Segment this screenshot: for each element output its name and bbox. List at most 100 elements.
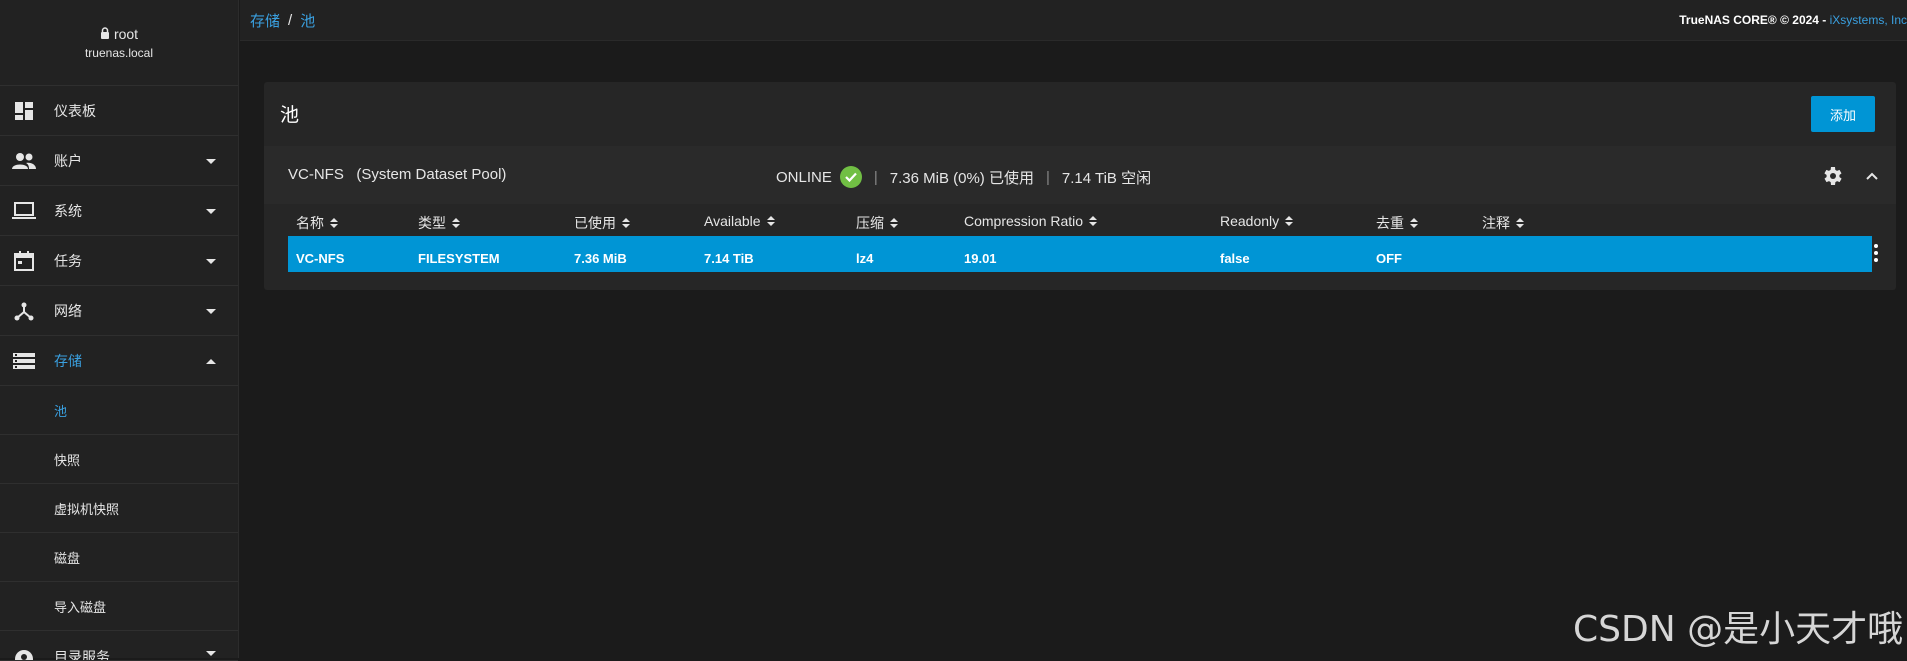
column-label: 压缩 (856, 215, 884, 231)
cell-type: FILESYSTEM (418, 251, 500, 266)
cell-name: VC-NFS (296, 251, 345, 266)
sort-icon (1410, 218, 1418, 228)
storage-icon (12, 349, 36, 373)
sidebar-item-accounts[interactable]: 账户 (0, 136, 238, 186)
sidebar-item-label: 仪表板 (54, 102, 96, 119)
people-icon (12, 149, 36, 173)
chevron-down-icon (206, 651, 216, 656)
sidebar-item-label: 任务 (54, 252, 82, 269)
sidebar-subitem-disks[interactable]: 磁盘 (0, 533, 238, 582)
pool-free: 7.14 TiB 空闲 (1061, 169, 1152, 187)
sidebar-subitem-pools[interactable]: 池 (0, 386, 238, 435)
sort-icon (1089, 216, 1098, 226)
column-label: Available (704, 213, 761, 229)
add-pool-button[interactable]: 添加 (1811, 96, 1875, 132)
divider: | (873, 168, 878, 186)
sidebar-item-label: 账户 (54, 152, 82, 169)
cell-compression: lz4 (856, 251, 874, 266)
cell-used: 7.36 MiB (574, 251, 627, 266)
topbar: 存储 / 池 TrueNAS CORE® © 2024 - iXsystems,… (240, 0, 1907, 41)
column-label: 已使用 (574, 215, 616, 231)
chevron-down-icon (206, 308, 216, 314)
sidebar-item-label: 目录服务 (54, 649, 110, 661)
user-line[interactable]: root (100, 26, 138, 42)
cell-dedup: OFF (1376, 251, 1402, 266)
breadcrumb: 存储 / 池 (250, 10, 315, 31)
divider: | (1045, 168, 1050, 186)
check-circle-icon (839, 166, 862, 188)
pool-status-text: ONLINE (776, 168, 832, 186)
sort-icon (330, 218, 338, 228)
pool-name-text: VC-NFS (288, 166, 344, 183)
sidebar-item-system[interactable]: 系统 (0, 186, 238, 236)
cell-available: 7.14 TiB (704, 251, 754, 266)
pool-header: VC-NFS (System Dataset Pool) ONLINE | 7.… (264, 146, 1896, 204)
chevron-up-icon (206, 358, 216, 364)
column-header-available[interactable]: Available (704, 213, 775, 229)
column-header-dedup[interactable]: 去重 (1376, 213, 1418, 233)
column-label: 去重 (1376, 215, 1404, 231)
laptop-icon (12, 199, 36, 223)
column-header-compression-ratio[interactable]: Compression Ratio (964, 213, 1098, 229)
pool-name: VC-NFS (System Dataset Pool) (288, 166, 506, 183)
sort-icon (622, 218, 630, 228)
sidebar-subitem-snapshots[interactable]: 快照 (0, 435, 238, 484)
sidebar-item-dashboard[interactable]: 仪表板 (0, 86, 238, 136)
watermark: CSDN @是小天才哦 (1573, 609, 1904, 650)
copyright: TrueNAS CORE® © 2024 - iXsystems, Inc (1679, 13, 1907, 27)
gear-icon[interactable] (1820, 164, 1844, 188)
column-label: 类型 (418, 215, 446, 231)
sidebar-subitem-import-disk[interactable]: 导入磁盘 (0, 582, 238, 631)
dashboard-icon (12, 99, 36, 123)
username: root (113, 25, 139, 42)
column-label: 注释 (1482, 215, 1510, 231)
sort-icon (766, 216, 775, 226)
more-vert-icon[interactable] (1870, 242, 1882, 264)
column-header-compression[interactable]: 压缩 (856, 213, 898, 233)
column-header-used[interactable]: 已使用 (574, 213, 630, 233)
copyright-text: TrueNAS CORE® © 2024 - (1679, 13, 1830, 27)
sort-icon (890, 218, 898, 228)
column-label: Readonly (1220, 213, 1280, 229)
sidebar-item-tasks[interactable]: 任务 (0, 236, 238, 286)
network-icon (12, 299, 36, 323)
pool-tag: (System Dataset Pool) (356, 166, 507, 183)
sidebar: root truenas.local 仪表板 账户 系统 任务 网络 存储 池 … (0, 0, 239, 661)
sort-icon (452, 218, 460, 228)
sidebar-item-label: 存储 (54, 352, 82, 369)
pool-status: ONLINE | 7.36 MiB (0%) 已使用 | 7.14 TiB 空闲 (776, 166, 1151, 188)
column-header-type[interactable]: 类型 (418, 213, 460, 233)
column-header-name[interactable]: 名称 (296, 213, 338, 233)
table-header: 名称 类型 已使用 Available 压缩 Compression Ratio… (288, 204, 1872, 236)
breadcrumb-pools-link[interactable]: 池 (300, 10, 315, 31)
table-row[interactable]: VC-NFS FILESYSTEM 7.36 MiB 7.14 TiB lz4 … (288, 236, 1878, 272)
ixsystems-link[interactable]: iXsystems, Inc (1830, 13, 1907, 27)
directory-icon (12, 647, 36, 660)
chevron-down-icon (206, 158, 216, 164)
breadcrumb-separator: / (288, 11, 293, 29)
chevron-up-icon[interactable] (1864, 168, 1880, 184)
sidebar-item-storage[interactable]: 存储 (0, 336, 238, 386)
pools-card: 池 添加 VC-NFS (System Dataset Pool) ONLINE… (264, 82, 1896, 290)
cell-compression-ratio: 19.01 (964, 251, 997, 266)
chevron-down-icon (206, 258, 216, 264)
sidebar-item-label: 系统 (54, 202, 82, 219)
breadcrumb-storage-link[interactable]: 存储 (250, 10, 280, 31)
page-title: 池 (280, 105, 300, 126)
sidebar-item-label: 网络 (54, 302, 82, 319)
column-header-comments[interactable]: 注释 (1482, 213, 1524, 233)
user-block: root truenas.local (0, 0, 238, 86)
sort-icon (1516, 218, 1524, 228)
column-header-readonly[interactable]: Readonly (1220, 213, 1294, 229)
calendar-icon (12, 249, 36, 273)
hostname: truenas.local (84, 45, 154, 60)
cell-readonly: false (1220, 251, 1250, 266)
lock-icon (100, 26, 110, 42)
column-label: Compression Ratio (964, 213, 1084, 229)
sidebar-subitem-vm-snapshots[interactable]: 虚拟机快照 (0, 484, 238, 533)
sidebar-item-directory-services[interactable]: 目录服务 (0, 631, 238, 661)
chevron-down-icon (206, 208, 216, 214)
sort-icon (1285, 216, 1294, 226)
sidebar-item-network[interactable]: 网络 (0, 286, 238, 336)
column-label: 名称 (296, 215, 324, 231)
